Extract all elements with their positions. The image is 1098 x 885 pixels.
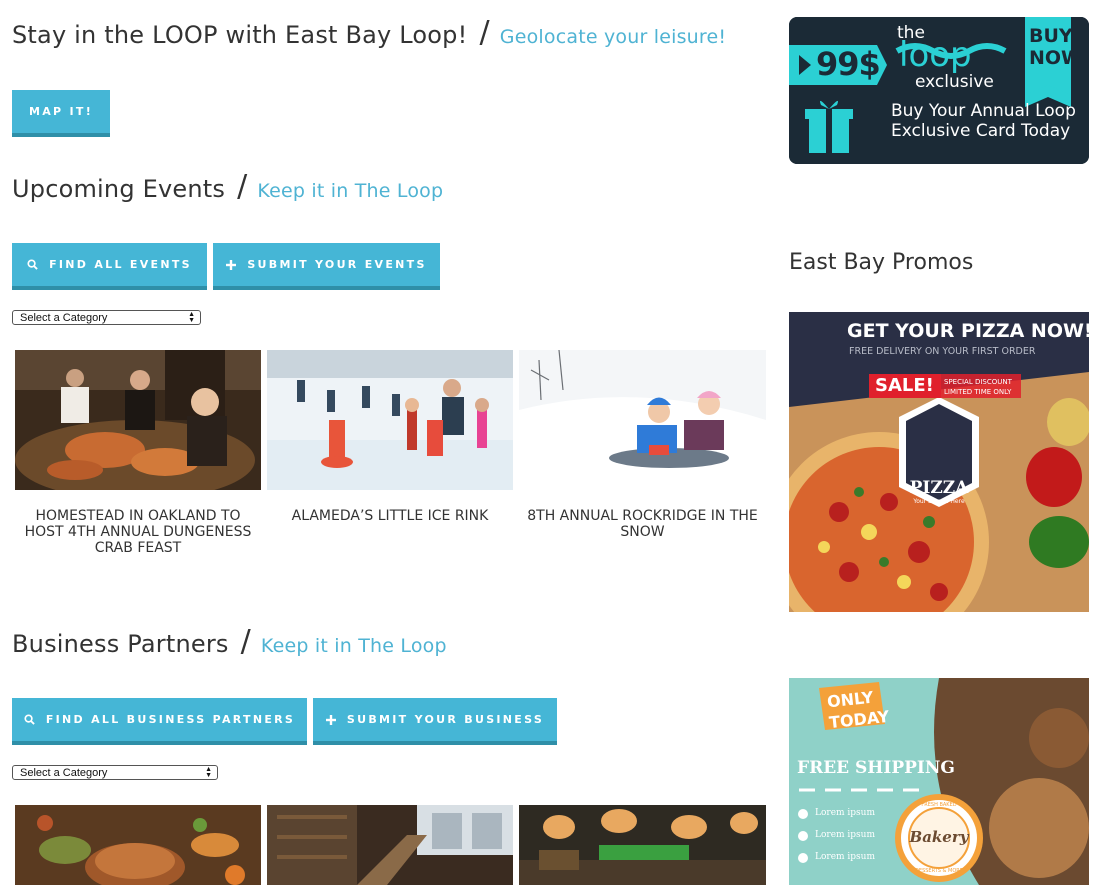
pizza-ad-brand: PIZZA [909,478,969,498]
event-title-ice-rink[interactable]: ALAMEDA’S LITTLE ICE RINK [269,508,511,524]
loop-ad-loop: loop [899,35,972,75]
partners-title: Business Partners [12,630,229,658]
plus-icon [325,714,336,725]
pizza-ad-subline: FREE DELIVERY ON YOUR FIRST ORDER [849,346,1036,357]
search-icon [27,259,38,270]
event-image-ice-rink[interactable] [267,350,513,490]
partner-image-restaurant[interactable] [519,805,766,885]
event-image-crab-feast[interactable] [15,350,261,490]
events-subtitle[interactable]: Keep it in The Loop [257,180,443,202]
bakery-ad-ring-top: FRESH BAKED [921,802,957,808]
bakery-ad-shipping: FREE SHIPPING [797,758,955,778]
loop-ad-now: NOW [1029,47,1083,69]
loop-ad-line1: Buy Your Annual Loop [891,101,1076,121]
find-all-events-label: FIND ALL EVENTS [49,258,192,271]
partner-image-dinner[interactable] [15,805,261,885]
event-title-crab-feast[interactable]: HOMESTEAD IN OAKLAND TO HOST 4TH ANNUAL … [17,508,259,556]
pizza-ad-slogan: Your Slogan Here [913,498,965,505]
partners-heading: Business Partners / Keep it in The Loop [12,624,447,660]
partners-subtitle[interactable]: Keep it in The Loop [261,635,447,657]
select-arrow-icon: ▲ ▼ [205,766,212,779]
hero-subtitle[interactable]: Geolocate your leisure! [500,26,726,48]
submit-events-button[interactable]: SUBMIT YOUR EVENTS [213,243,440,290]
loop-ad-line2: Exclusive Card Today [891,121,1071,141]
pizza-ad-sale: SALE! [875,375,934,396]
submit-business-button[interactable]: SUBMIT YOUR BUSINESS [313,698,557,745]
events-title: Upcoming Events [12,175,226,203]
heading-separator: / [240,624,251,659]
bakery-promo-ad[interactable]: ONLY TODAY FREE SHIPPING Lorem ipsum Lor… [789,678,1089,885]
search-icon [24,714,35,725]
bakery-ad-brand: Bakery [909,828,969,846]
promos-heading: East Bay Promos [789,250,974,275]
bakery-ad-lorem-2: Lorem ipsum [815,830,876,840]
heading-separator: / [237,169,248,204]
pizza-ad-discount1: SPECIAL DISCOUNT [944,378,1012,386]
find-all-business-partners-button[interactable]: FIND ALL BUSINESS PARTNERS [12,698,307,745]
partner-image-bar[interactable] [267,805,513,885]
find-all-business-partners-label: FIND ALL BUSINESS PARTNERS [45,713,296,726]
bakery-ad-lorem-1: Lorem ipsum [815,808,876,818]
loop-ad-price: 99$ [816,45,881,83]
event-image-snow[interactable] [519,350,766,490]
loop-ad-buy: BUY [1029,25,1073,47]
loop-ad-exclusive: exclusive [915,72,994,92]
bakery-ad-lorem-3: Lorem ipsum [815,852,876,862]
bakery-ad-ring-bottom: DESSERTS & MORE [915,868,963,874]
partners-category-select[interactable]: Select a Category ▲ ▼ [12,765,218,780]
pizza-promo-ad[interactable]: GET YOUR PIZZA NOW! FREE DELIVERY ON YOU… [789,312,1089,612]
map-it-label: MAP IT! [28,105,94,118]
pizza-ad-headline: GET YOUR PIZZA NOW! [847,320,1089,342]
submit-events-label: SUBMIT YOUR EVENTS [247,258,427,271]
event-title-snow[interactable]: 8TH ANNUAL ROCKRIDGE IN THE SNOW [521,508,764,540]
map-it-button[interactable]: MAP IT! [12,90,110,137]
loop-exclusive-ad[interactable]: 99$ the loop exclusive BUY NOW Buy Your … [789,17,1089,164]
pizza-ad-discount2: LIMITED TIME ONLY [944,388,1012,396]
events-category-select[interactable]: Select a Category ▲ ▼ [12,310,201,325]
events-heading: Upcoming Events / Keep it in The Loop [12,169,443,205]
heading-separator: / [479,15,490,50]
select-arrow-icon: ▲ ▼ [188,311,195,324]
plus-icon [226,259,237,270]
hero-title: Stay in the LOOP with East Bay Loop! [12,21,468,49]
hero-heading: Stay in the LOOP with East Bay Loop! / Geo… [12,15,726,51]
events-category-value: Select a Category [20,311,108,324]
find-all-events-button[interactable]: FIND ALL EVENTS [12,243,207,290]
partners-category-value: Select a Category [20,766,108,779]
submit-business-label: SUBMIT YOUR BUSINESS [346,713,545,726]
